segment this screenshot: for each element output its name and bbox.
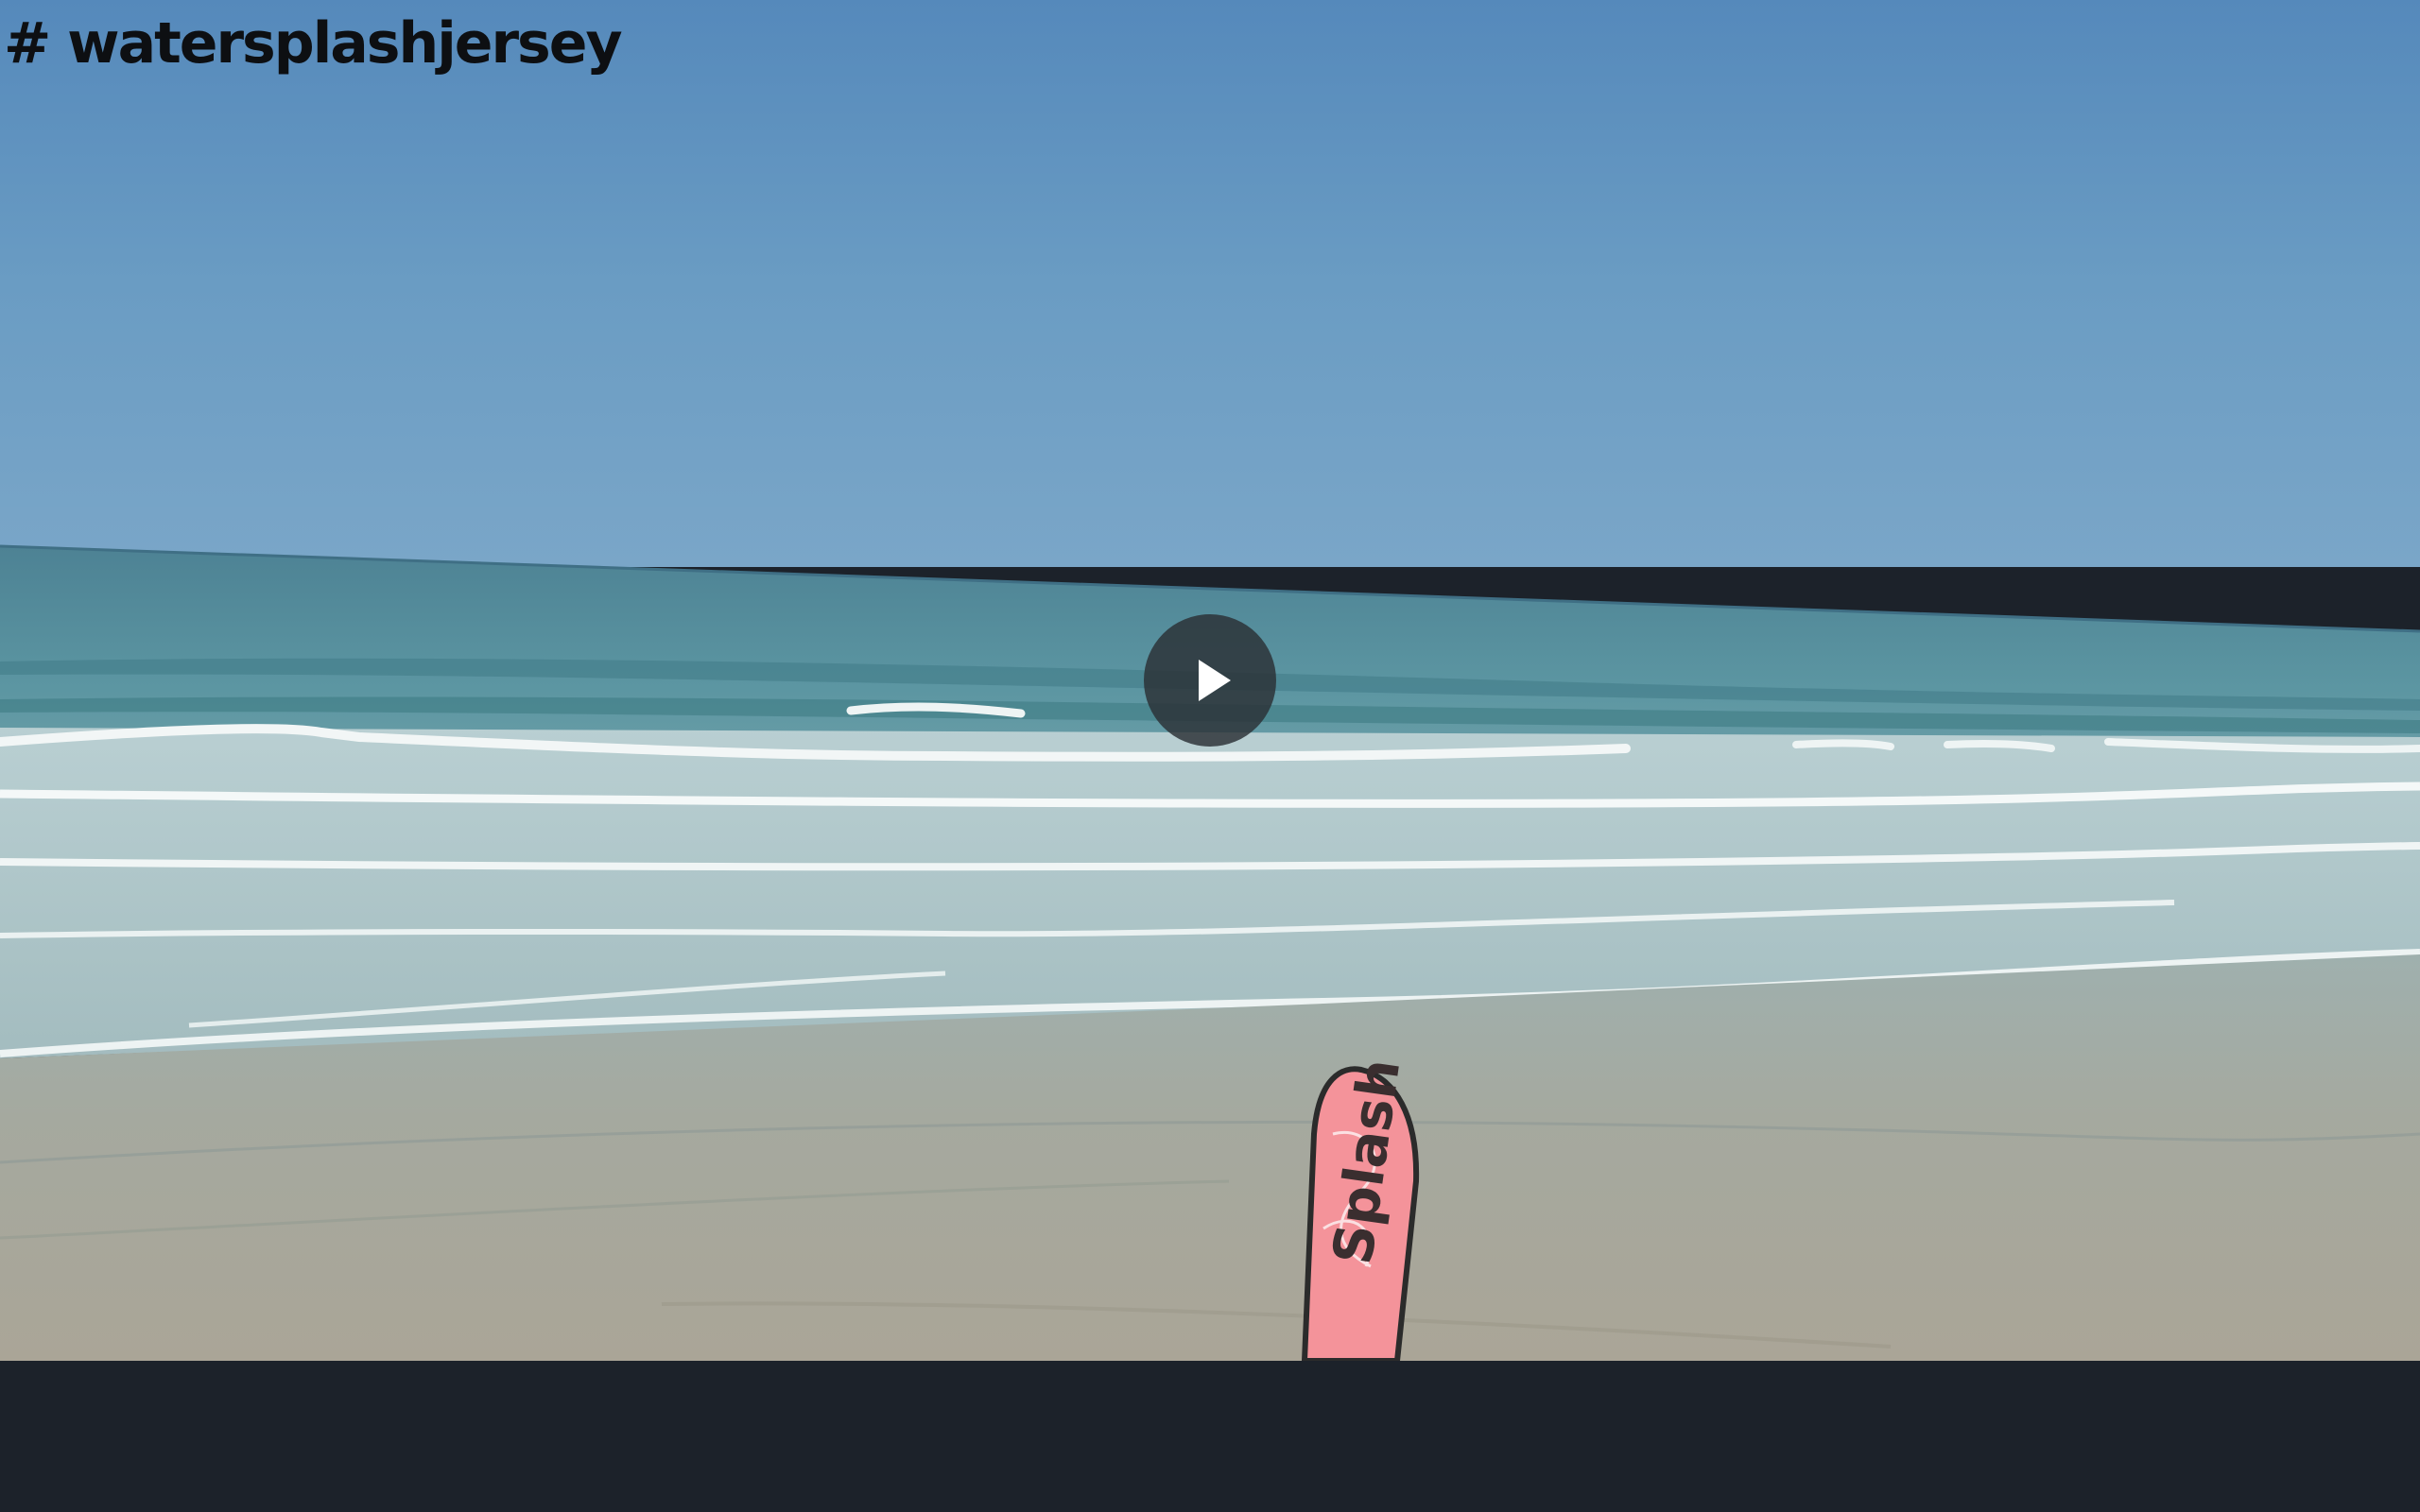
hashtag-overlay-text: # watersplashjersey (4, 10, 623, 77)
sky (0, 0, 2420, 567)
video-control-bar (0, 1361, 2420, 1512)
play-icon (1199, 660, 1231, 701)
play-button[interactable] (1144, 614, 1276, 747)
video-player[interactable]: Splash # watersplashjersey (0, 0, 2420, 1512)
video-frame[interactable]: Splash # watersplashjersey (0, 0, 2420, 1361)
